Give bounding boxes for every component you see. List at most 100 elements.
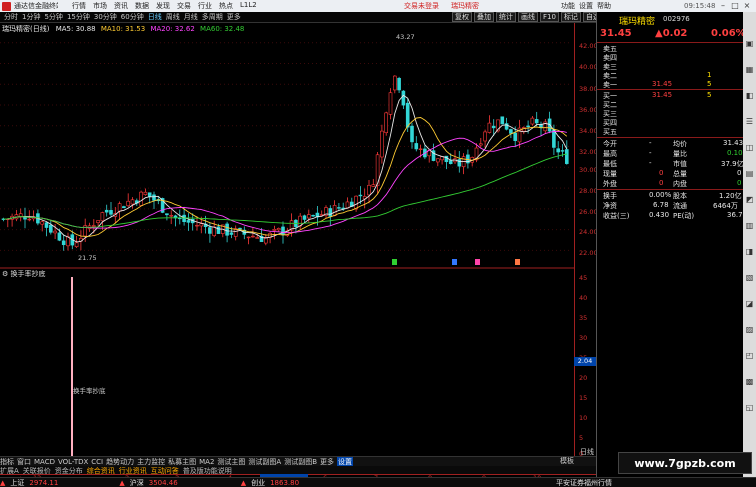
menu-item-market[interactable]: 市场 xyxy=(93,1,114,11)
sh-up-icon: ▲ xyxy=(0,478,6,487)
trade-login-link[interactable]: 交易未登录 xyxy=(404,1,439,11)
tab-more[interactable]: 更多 xyxy=(320,457,334,467)
stat-value: 0 xyxy=(659,179,664,187)
signal-marker xyxy=(392,259,397,265)
candle-body xyxy=(165,213,169,216)
daily-label: 日线 xyxy=(580,448,594,456)
restore-rights-button[interactable]: 复权 xyxy=(452,12,472,22)
maximize-icon[interactable]: □ xyxy=(730,1,740,11)
sidebar-icon[interactable]: ▥ xyxy=(744,220,755,231)
candle-body xyxy=(397,77,401,91)
period-15min[interactable]: 15分钟 xyxy=(67,12,90,22)
period-timeshare[interactable]: 分时 xyxy=(4,12,18,22)
orderbook-sell-1: 卖一 31.45 5 xyxy=(597,80,744,89)
sidebar-icon[interactable]: ◰ xyxy=(744,350,755,361)
kline-chart[interactable] xyxy=(0,23,574,474)
menu-item-l1l2[interactable]: L1L2 xyxy=(240,1,261,11)
draw-line-button[interactable]: 画线 xyxy=(518,12,538,22)
period-weekly[interactable]: 周线 xyxy=(166,12,180,22)
stat-value: 31.43 xyxy=(723,139,744,147)
stat-value: 1.20亿 xyxy=(719,192,742,200)
period-5min[interactable]: 5分钟 xyxy=(44,12,62,22)
tab-cci[interactable]: CCI xyxy=(91,458,103,466)
menu-item-hot[interactable]: 热点 xyxy=(219,1,240,11)
candle-body xyxy=(27,218,32,221)
period-30min[interactable]: 30分钟 xyxy=(94,12,117,22)
sh-index-label[interactable]: 上证 xyxy=(10,478,24,487)
period-monthly[interactable]: 月线 xyxy=(184,12,198,22)
candle-body xyxy=(560,150,565,152)
mark-button[interactable]: 标记 xyxy=(560,12,581,22)
menu-item-quotes[interactable]: 行情 xyxy=(72,1,93,11)
tab-test-sub-b[interactable]: 测试副图B xyxy=(284,457,317,467)
stat-label: 市值 xyxy=(673,160,687,168)
candle-body xyxy=(448,160,453,165)
orderbook-buy-1: 买一 31.45 5 xyxy=(597,91,744,100)
sell1-price: 31.45 xyxy=(652,80,673,88)
period-multi[interactable]: 多周期 xyxy=(202,12,223,22)
sidebar-icon[interactable]: ◩ xyxy=(744,194,755,205)
function-link[interactable]: 功能 xyxy=(561,1,575,11)
sidebar-icon[interactable]: ◱ xyxy=(744,402,755,413)
template-button[interactable]: 模板 xyxy=(560,456,574,466)
tab-test-sub-a[interactable]: 测试副图A xyxy=(248,457,281,467)
settings-link[interactable]: 设置 xyxy=(579,1,593,11)
tab-vol-tdx[interactable]: VOL-TDX xyxy=(58,458,88,466)
sidebar-icon[interactable]: ▨ xyxy=(744,324,755,335)
candle-body xyxy=(302,215,307,220)
tab-macd[interactable]: MACD xyxy=(34,458,55,466)
tab-ma2[interactable]: MA2 xyxy=(199,458,214,466)
menu-item-data[interactable]: 数据 xyxy=(135,1,156,11)
stat-label: 最低 xyxy=(603,160,617,168)
sz-index-label[interactable]: 沪深 xyxy=(130,478,144,487)
stat-value: 6464万 xyxy=(713,202,738,210)
period-more[interactable]: 更多 xyxy=(227,12,241,22)
ma5-label: MA5: 30.88 xyxy=(55,25,96,33)
sidebar-icon[interactable]: ◫ xyxy=(744,142,755,153)
close-icon[interactable]: × xyxy=(742,1,752,11)
candle-body xyxy=(276,228,281,231)
sidebar-icon[interactable]: ▩ xyxy=(744,376,755,387)
stat-label: 最高 xyxy=(603,150,617,158)
sidebar-icon[interactable]: ☰ xyxy=(744,116,755,127)
statistics-button[interactable]: 统计 xyxy=(496,12,516,22)
f10-button[interactable]: F10 xyxy=(540,12,559,22)
stat-value: - xyxy=(649,149,652,157)
sidebar-icon[interactable]: ▦ xyxy=(744,64,755,75)
tab-settings[interactable]: 设置 xyxy=(337,456,354,467)
candle-body xyxy=(435,158,440,163)
menu-item-news[interactable]: 资讯 xyxy=(114,1,135,11)
candle-body xyxy=(354,195,358,210)
sub-chart-gear-icon[interactable]: ⚙ xyxy=(2,270,8,278)
minimize-icon[interactable]: – xyxy=(718,1,728,11)
stat-label: 均价 xyxy=(673,140,687,148)
help-link[interactable]: 帮助 xyxy=(597,1,611,11)
candle-body xyxy=(255,237,259,239)
current-stock-link[interactable]: 瑞玛精密 xyxy=(451,1,479,11)
ma-line-ma10 xyxy=(3,117,568,237)
sidebar-icon[interactable]: ◪ xyxy=(744,298,755,309)
period-1min[interactable]: 1分钟 xyxy=(22,12,40,22)
sidebar-icon[interactable]: ▤ xyxy=(744,168,755,179)
orderbook-sell-5: 卖五 xyxy=(597,44,744,53)
period-60min[interactable]: 60分钟 xyxy=(121,12,144,22)
sidebar-icon[interactable]: ▧ xyxy=(744,272,755,283)
menu-item-discover[interactable]: 发现 xyxy=(156,1,177,11)
menu-item-trade[interactable]: 交易 xyxy=(177,1,198,11)
sidebar-icon[interactable]: ◧ xyxy=(744,90,755,101)
stat-row: 现量 0 总量 0 xyxy=(597,169,744,178)
sidebar-icon[interactable]: ▣ xyxy=(744,38,755,49)
cy-index-label[interactable]: 创业 xyxy=(251,478,265,487)
candle-body xyxy=(384,112,389,133)
candle-body xyxy=(388,92,393,115)
overlay-button[interactable]: 叠加 xyxy=(474,12,494,22)
sh-index-value: 2974.11 xyxy=(29,478,59,487)
candle-body xyxy=(139,191,143,206)
candle-body xyxy=(513,132,518,141)
candle-body xyxy=(328,208,333,217)
menu-item-industry[interactable]: 行业 xyxy=(198,1,219,11)
cy-index-value: 1863.80 xyxy=(270,478,300,487)
period-daily[interactable]: 日线 xyxy=(148,12,162,22)
sidebar-icon[interactable]: ◨ xyxy=(744,246,755,257)
stat-label: 换手 xyxy=(603,192,617,200)
